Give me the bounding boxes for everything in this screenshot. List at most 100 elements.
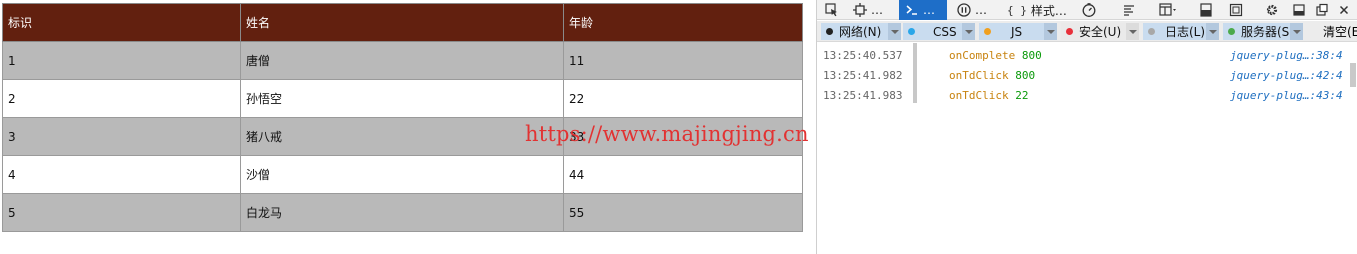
filter-security-button[interactable]: 安全(U) (1061, 23, 1139, 40)
table-cell[interactable]: 孙悟空 (240, 79, 564, 118)
table-cell[interactable]: 唐僧 (240, 41, 564, 80)
dock-button[interactable] (1292, 0, 1310, 20)
gear-icon (1265, 3, 1279, 17)
table-cell[interactable]: 44 (563, 155, 803, 194)
watermark-url: https://www.majingjing.cn (525, 122, 809, 146)
log-timestamp: 13:25:40.537 (823, 49, 903, 62)
table-row: 4 沙僧 44 (2, 155, 803, 194)
table-cell[interactable]: 11 (563, 41, 803, 80)
tab-label: … (975, 3, 987, 17)
filter-label: 安全(U) (1079, 25, 1122, 39)
log-text: onTdClick 22 (949, 89, 1028, 102)
filter-label: 网络(N) (839, 25, 882, 39)
frames-button[interactable] (1159, 0, 1185, 20)
security-dot-icon (1066, 28, 1073, 35)
column-header-id[interactable]: 标识 (2, 3, 241, 42)
cursor-select-icon (825, 3, 839, 17)
style-editor-icon: { } (1007, 3, 1027, 17)
log-text: onComplete 800 (949, 49, 1042, 62)
log-text: onTdClick 800 (949, 69, 1035, 82)
console-message: 13:25:41.982 onTdClick 800 jquery-plug…:… (817, 65, 1347, 85)
data-table: 标识 姓名 年龄 1 唐僧 11 2 孙悟空 22 3 猪八戒 33 4 沙僧 … (2, 3, 803, 232)
log-message: onTdClick (949, 69, 1009, 82)
filter-js-button[interactable]: JS (979, 23, 1057, 40)
table-row: 1 唐僧 11 (2, 41, 803, 80)
filter-label: 服务器(S) (1241, 25, 1294, 39)
log-source-link[interactable]: jquery-plug…:43:4 (1230, 89, 1343, 102)
tab-style-editor[interactable]: { } 样式… (1007, 0, 1073, 20)
css-dot-icon (908, 28, 915, 35)
console-message: 13:25:41.983 onTdClick 22 jquery-plug…:4… (817, 85, 1347, 105)
tab-console[interactable]: … (899, 0, 947, 20)
console-scrollbar[interactable] (1350, 63, 1356, 87)
chevron-down-icon[interactable] (888, 23, 901, 40)
table-cell[interactable]: 白龙马 (240, 193, 564, 232)
chevron-down-icon[interactable] (1206, 23, 1219, 40)
js-dot-icon (984, 28, 991, 35)
table-cell[interactable]: 22 (563, 79, 803, 118)
table-cell[interactable]: 3 (2, 117, 241, 156)
table-row: 2 孙悟空 22 (2, 79, 803, 118)
table-cell[interactable]: 2 (2, 79, 241, 118)
table-cell[interactable]: 猪八戒 (240, 117, 564, 156)
options-icon (1122, 3, 1136, 17)
filter-css-button[interactable]: CSS (903, 23, 975, 40)
devtools-toolbar: … … … { } 样式… (817, 0, 1357, 20)
filter-server-button[interactable]: 服务器(S) (1223, 23, 1303, 40)
tab-label: … (871, 3, 883, 17)
devtools-panel: … … … { } 样式… 网络(N) CSS JS 安全(U) 日志(L) 服… (816, 0, 1357, 254)
settings-button[interactable] (1265, 0, 1283, 20)
column-header-age[interactable]: 年龄 (563, 3, 803, 42)
table-row: 5 白龙马 55 (2, 193, 803, 232)
log-value: 22 (1015, 89, 1029, 102)
log-timestamp: 13:25:41.983 (823, 89, 903, 102)
filter-label: JS (1011, 24, 1023, 39)
log-source-link[interactable]: jquery-plug…:38:4 (1230, 49, 1343, 62)
undock-button[interactable] (1315, 0, 1333, 20)
table-cell[interactable]: 5 (2, 193, 241, 232)
table-cell[interactable]: 4 (2, 155, 241, 194)
tab-debugger[interactable]: … (957, 0, 997, 20)
table-header-row: 标识 姓名 年龄 (2, 3, 803, 42)
table-cell[interactable]: 沙僧 (240, 155, 564, 194)
chevron-down-icon[interactable] (1044, 23, 1057, 40)
tab-performance[interactable] (1082, 0, 1102, 20)
close-icon (1338, 4, 1350, 16)
log-message: onTdClick (949, 89, 1009, 102)
log-message: onComplete (949, 49, 1016, 62)
inspector-icon (853, 3, 867, 17)
column-header-name[interactable]: 姓名 (240, 3, 564, 42)
log-value: 800 (1021, 49, 1042, 62)
logging-dot-icon (1148, 28, 1155, 35)
data-table-area: 标识 姓名 年龄 1 唐僧 11 2 孙悟空 22 3 猪八戒 33 4 沙僧 … (2, 3, 803, 232)
filter-label: CSS (933, 24, 957, 39)
log-value: 800 (1015, 69, 1036, 82)
responsive-design-button[interactable] (1199, 0, 1219, 20)
console-message: 13:25:40.537 onComplete 800 jquery-plug…… (817, 45, 1347, 65)
tab-options[interactable] (1122, 0, 1142, 20)
pick-element-button[interactable] (825, 0, 845, 20)
filter-net-button[interactable]: 网络(N) (821, 23, 901, 40)
debugger-icon (957, 3, 971, 17)
chevron-down-icon[interactable] (1126, 23, 1139, 40)
tab-label: … (923, 3, 935, 17)
frames-icon (1159, 3, 1177, 17)
tab-inspector[interactable]: … (853, 0, 893, 20)
close-devtools-button[interactable] (1338, 0, 1356, 20)
performance-icon (1082, 3, 1096, 17)
log-source-link[interactable]: jquery-plug…:42:4 (1230, 69, 1343, 82)
screenshot-button[interactable] (1229, 0, 1249, 20)
dock-icon (1292, 3, 1306, 17)
filter-label: 日志(L) (1165, 25, 1206, 39)
chevron-down-icon[interactable] (1290, 23, 1303, 40)
console-output: 13:25:40.537 onComplete 800 jquery-plug…… (817, 43, 1357, 254)
chevron-down-icon[interactable] (962, 23, 975, 40)
clear-console-button[interactable]: 清空(E (1309, 23, 1357, 40)
filter-logging-button[interactable]: 日志(L) (1143, 23, 1219, 40)
screenshot-icon (1229, 3, 1243, 17)
responsive-icon (1199, 3, 1213, 17)
log-timestamp: 13:25:41.982 (823, 69, 903, 82)
table-cell[interactable]: 1 (2, 41, 241, 80)
console-filter-bar: 网络(N) CSS JS 安全(U) 日志(L) 服务器(S) 清空(E (817, 21, 1357, 42)
table-cell[interactable]: 55 (563, 193, 803, 232)
